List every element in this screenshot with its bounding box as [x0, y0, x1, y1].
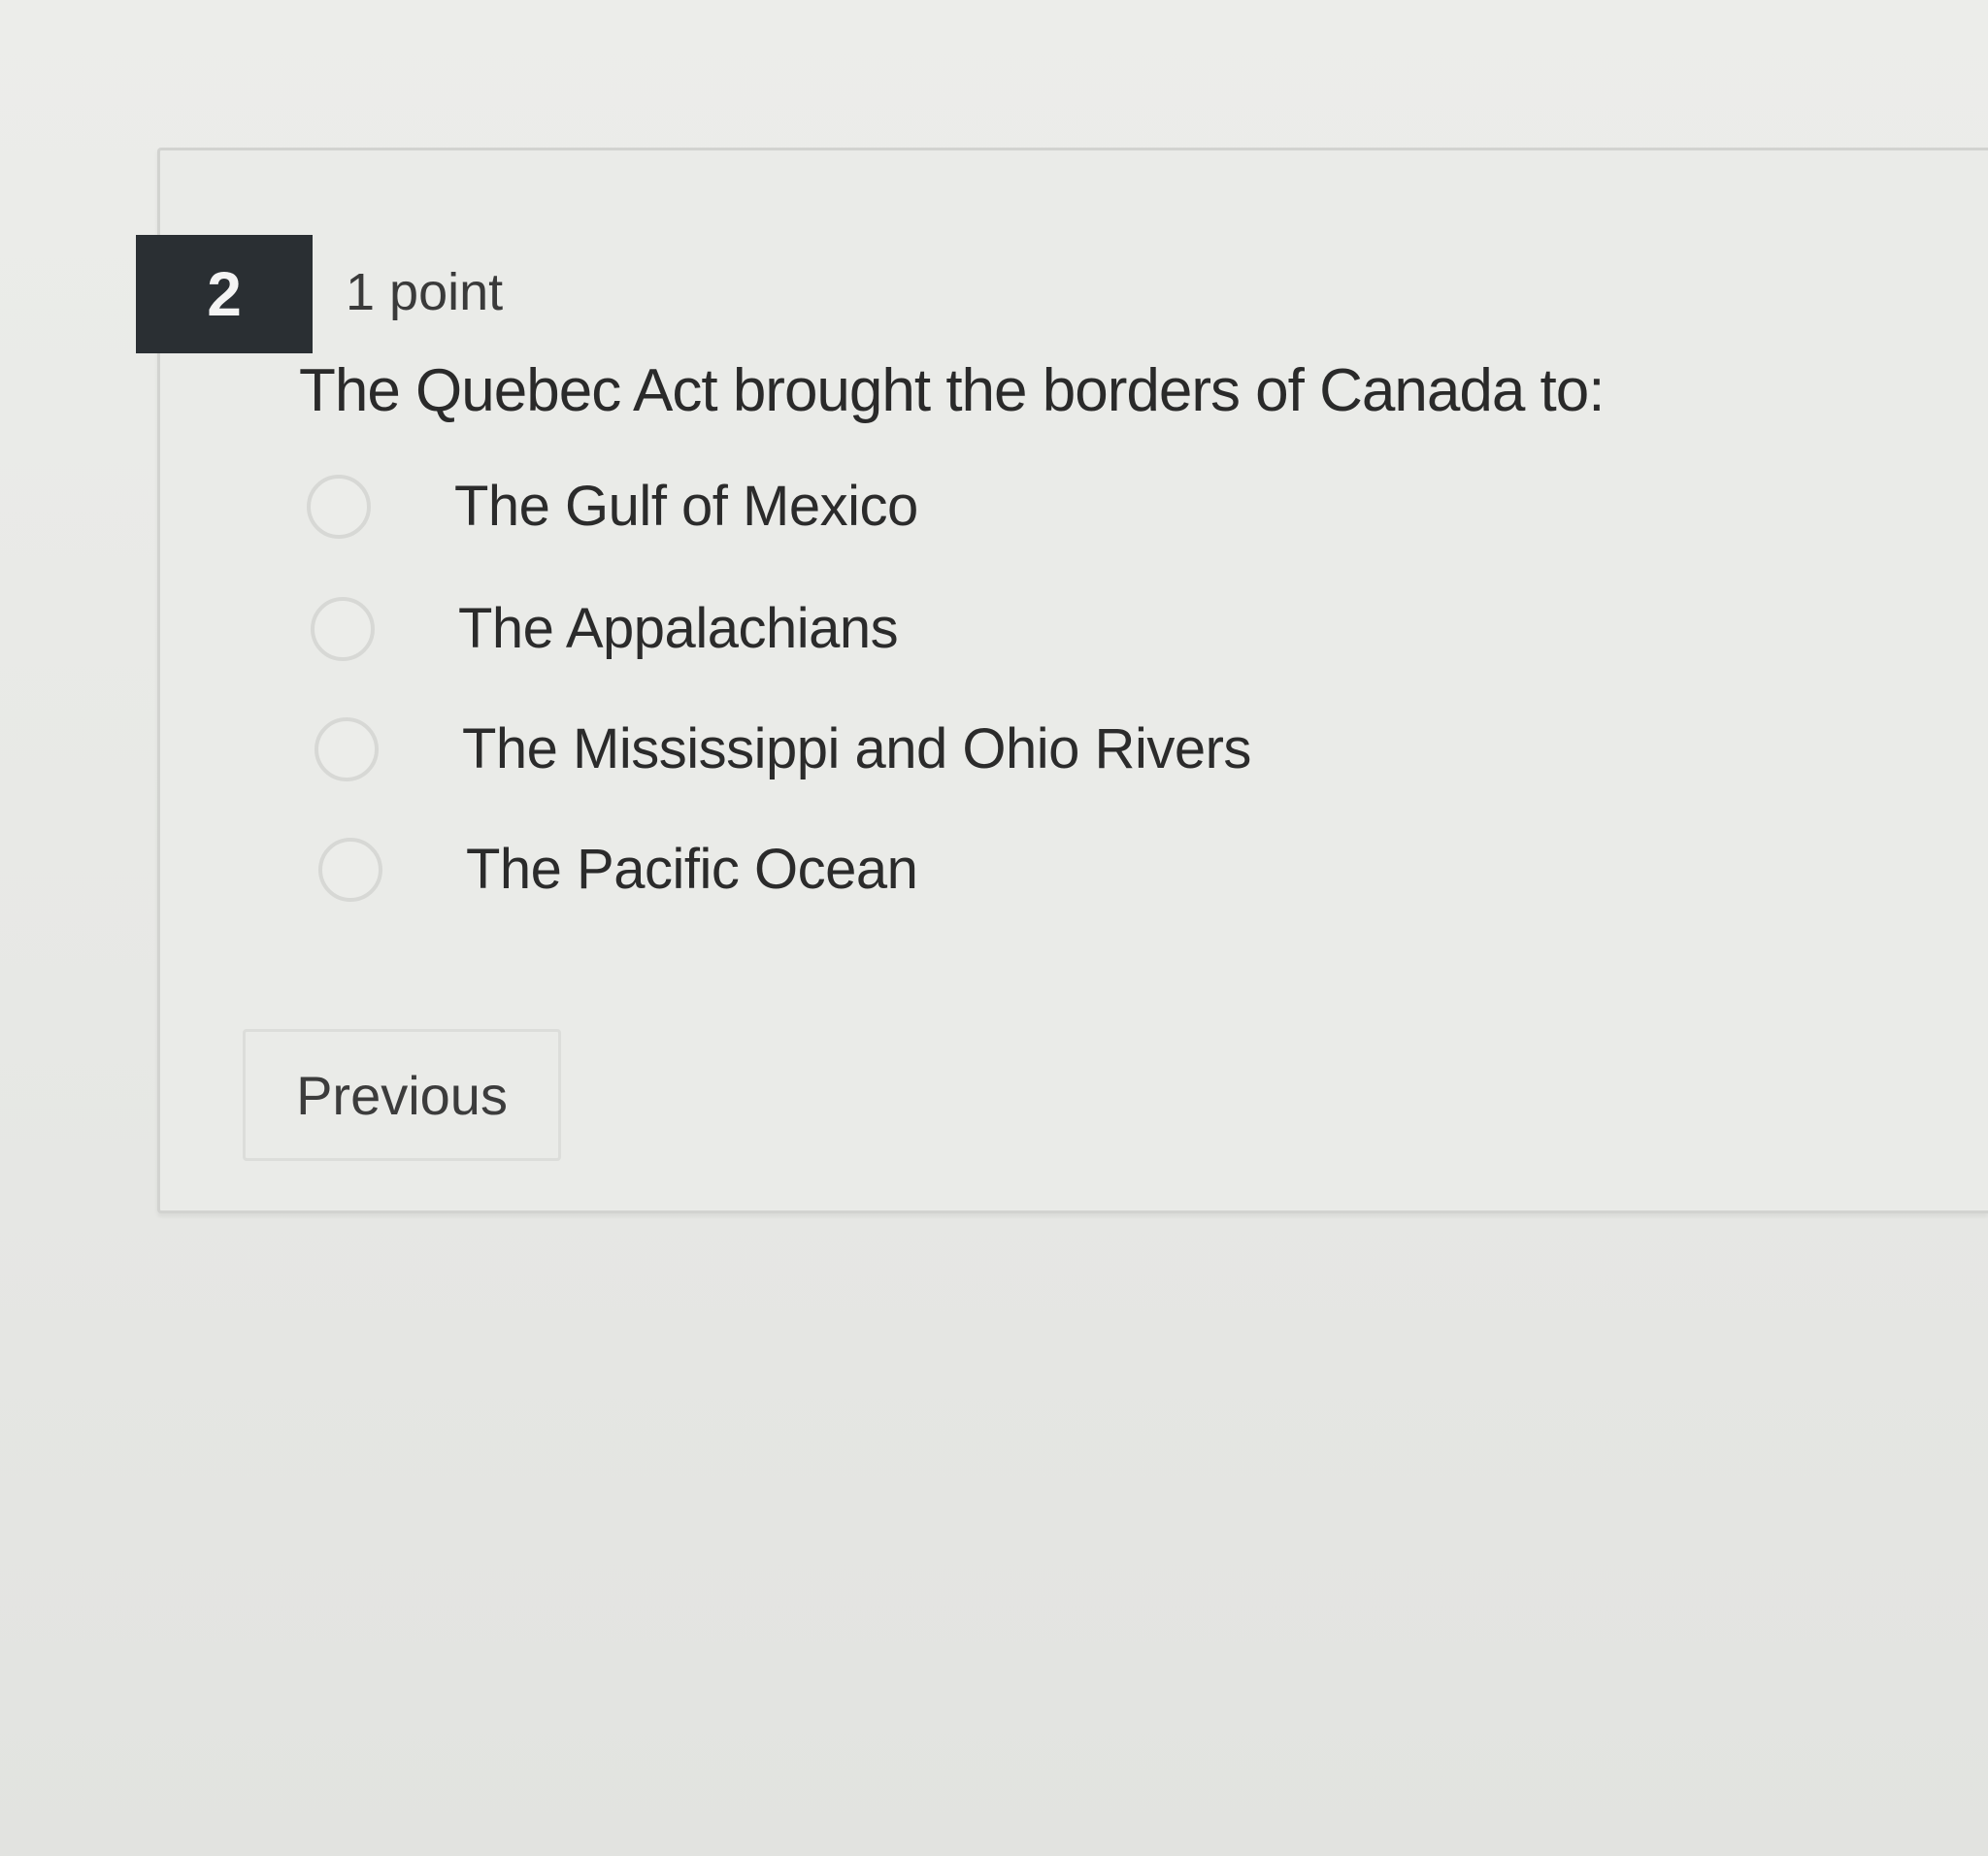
radio-button[interactable]: [315, 717, 379, 781]
answer-option-1[interactable]: The Gulf of Mexico: [307, 468, 918, 546]
question-prompt: The Quebec Act brought the borders of Ca…: [299, 357, 1605, 424]
answer-option-4[interactable]: The Pacific Ocean: [318, 831, 918, 909]
answer-option-2[interactable]: The Appalachians: [311, 590, 899, 668]
answer-option-label[interactable]: The Appalachians: [458, 601, 899, 657]
previous-button[interactable]: Previous: [243, 1029, 561, 1161]
answer-option-label[interactable]: The Gulf of Mexico: [454, 479, 918, 535]
answer-option-3[interactable]: The Mississippi and Ohio Rivers: [315, 711, 1251, 788]
question-points: 1 point: [346, 263, 504, 321]
radio-button[interactable]: [318, 838, 382, 902]
question-number-badge: 2: [136, 235, 313, 353]
answer-option-label[interactable]: The Mississippi and Ohio Rivers: [462, 721, 1251, 778]
radio-button[interactable]: [311, 597, 375, 661]
radio-button[interactable]: [307, 475, 371, 539]
answer-option-label[interactable]: The Pacific Ocean: [466, 842, 918, 898]
